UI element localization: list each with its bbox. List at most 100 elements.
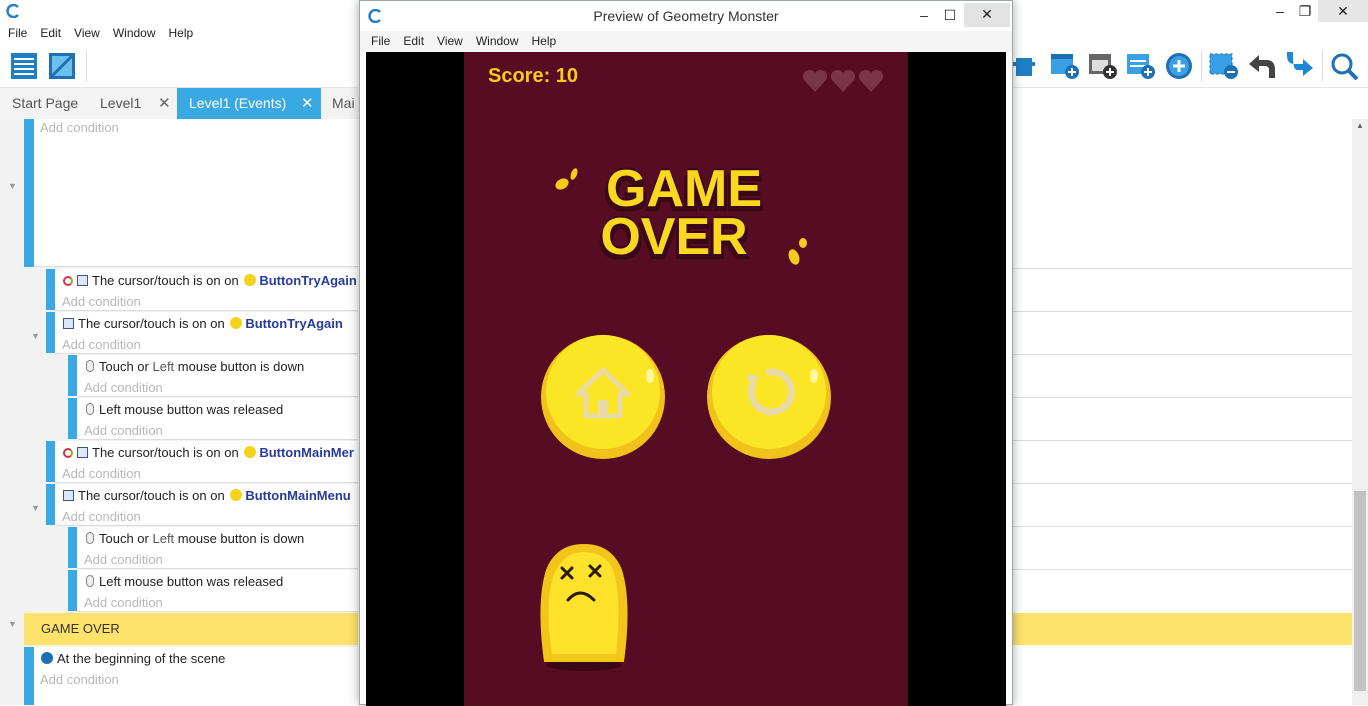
event-bar[interactable] — [24, 119, 34, 267]
menu-file[interactable]: File — [371, 31, 390, 51]
home-button[interactable] — [540, 334, 666, 460]
redo-icon[interactable] — [1285, 52, 1315, 80]
lives-indicator — [802, 68, 886, 97]
scroll-up-icon[interactable]: ▲ — [1356, 121, 1364, 130]
add-condition-link[interactable]: Add condition — [62, 466, 141, 481]
retry-button[interactable] — [706, 334, 832, 460]
condition-mouse-released[interactable]: Left mouse button was released — [86, 574, 283, 589]
collapse-arrow-icon[interactable]: ▼ — [31, 331, 40, 341]
condition-cursor-on-object[interactable]: The cursor/touch is on on ButtonTryAgain — [63, 316, 358, 331]
tab-close-icon[interactable]: ✕ — [158, 88, 171, 119]
add-condition-link[interactable]: Add condition — [62, 337, 141, 352]
condition-text: At the beginning of the scene — [57, 651, 226, 666]
event-bar[interactable] — [68, 570, 77, 611]
cursor-icon — [63, 490, 74, 501]
preview-maximize-button[interactable]: ☐ — [938, 4, 962, 26]
toolbar-separator-2 — [1201, 50, 1202, 82]
object-icon — [244, 274, 257, 286]
tab-main-menu[interactable]: Mai — [320, 88, 360, 119]
menu-window[interactable]: Window — [476, 31, 519, 51]
condition-cursor-on-object[interactable]: The cursor/touch is on on ButtonMainMenu — [63, 488, 358, 503]
object-icon — [244, 446, 257, 458]
menu-edit[interactable]: Edit — [403, 31, 424, 51]
tab-label: Mai — [332, 95, 355, 111]
group-row-extension[interactable] — [1012, 613, 1352, 645]
object-name: ButtonMainMer — [259, 445, 354, 460]
menu-view[interactable]: View — [74, 22, 100, 44]
cursor-icon — [77, 447, 88, 458]
add-condition-link[interactable]: Add condition — [62, 509, 141, 524]
add-condition-link[interactable]: Add condition — [84, 552, 163, 567]
mouse-icon — [86, 575, 94, 587]
invert-icon — [63, 448, 73, 458]
condition-text: Touch or — [99, 359, 153, 374]
condition-cursor-on-object[interactable]: The cursor/touch is on on ButtonMainMer — [63, 445, 358, 460]
event-bar[interactable] — [68, 527, 77, 568]
add-group-icon[interactable] — [1126, 52, 1156, 80]
menu-help[interactable]: Help — [532, 31, 557, 51]
event-sheet: Add condition ▼ The cursor/touch is on o… — [0, 119, 358, 705]
collapse-arrow-icon[interactable]: ▼ — [31, 503, 40, 513]
add-condition-link[interactable]: Add condition — [40, 120, 119, 135]
hearts-icon — [802, 69, 884, 92]
add-condition-link[interactable]: Add condition — [84, 423, 163, 438]
search-icon[interactable] — [1330, 52, 1360, 80]
menu-view[interactable]: View — [437, 31, 463, 51]
game-over-line2: OVER — [600, 208, 748, 266]
minimize-button[interactable]: – — [1268, 0, 1292, 22]
condition-text: The cursor/touch is on — [92, 273, 221, 288]
undo-icon[interactable] — [1247, 52, 1277, 80]
condition-cursor-on-object[interactable]: The cursor/touch is on on ButtonTryAgain — [63, 273, 358, 288]
project-manager-icon[interactable] — [10, 52, 38, 80]
collapse-arrow-icon[interactable]: ▼ — [8, 181, 17, 191]
condition-scene-start[interactable]: At the beginning of the scene — [41, 651, 225, 666]
event-bar[interactable] — [68, 398, 77, 439]
tab-level1-events[interactable]: Level1 (Events) ✕ — [177, 88, 321, 119]
tab-start-page[interactable]: Start Page — [0, 88, 88, 119]
condition-touch-down[interactable]: Touch or Left mouse button is down — [86, 531, 304, 546]
game-screen[interactable]: Score: 10 GAME OVER — [464, 52, 908, 706]
scene-editor-icon[interactable] — [48, 52, 76, 80]
event-bar[interactable] — [68, 355, 77, 396]
preview-title-bar: Preview of Geometry Monster – ☐ ✕ — [360, 1, 1012, 31]
game-canvas[interactable]: Score: 10 GAME OVER — [366, 52, 1006, 706]
event-bar[interactable] — [46, 484, 55, 525]
tab-level1[interactable]: Level1 ✕ — [88, 88, 178, 119]
event-bar[interactable] — [46, 441, 55, 482]
preview-minimize-button[interactable]: – — [912, 4, 936, 26]
condition-touch-down[interactable]: Touch or Left mouse button is down — [86, 359, 304, 374]
vertical-scrollbar[interactable]: ▲ — [1352, 119, 1368, 705]
add-event-icon[interactable] — [1013, 52, 1037, 80]
group-row[interactable]: GAME OVER — [24, 613, 358, 645]
add-condition-link[interactable]: Add condition — [84, 380, 163, 395]
invert-icon — [63, 276, 73, 286]
menu-window[interactable]: Window — [113, 22, 156, 44]
event-sheet-right — [1012, 119, 1368, 705]
close-window-button[interactable]: ✕ — [1318, 0, 1368, 22]
collapse-arrow-icon[interactable]: ▼ — [8, 619, 17, 629]
condition-text: The cursor/touch is on — [78, 488, 207, 503]
add-subevent-icon[interactable] — [1050, 52, 1080, 80]
tab-label: Start Page — [12, 95, 79, 111]
event-bar[interactable] — [46, 312, 55, 353]
add-comment-icon[interactable] — [1088, 52, 1118, 80]
condition-text: Left mouse button was released — [99, 574, 284, 589]
condition-text: The cursor/touch is on — [92, 445, 221, 460]
menu-edit[interactable]: Edit — [40, 22, 61, 44]
add-condition-link[interactable]: Add condition — [84, 595, 163, 610]
maximize-button[interactable]: ❐ — [1293, 0, 1317, 22]
event-bar[interactable] — [46, 269, 55, 310]
preview-close-button[interactable]: ✕ — [964, 3, 1010, 27]
menu-help[interactable]: Help — [169, 22, 194, 44]
event-bar[interactable] — [24, 647, 34, 705]
menu-file[interactable]: File — [8, 22, 27, 44]
condition-mouse-released[interactable]: Left mouse button was released — [86, 402, 283, 417]
game-over-line1: GAME — [606, 160, 762, 218]
tab-close-icon[interactable]: ✕ — [301, 88, 314, 119]
preview-menu-bar: File Edit View Window Help — [360, 31, 1012, 52]
add-more-icon[interactable] — [1165, 52, 1193, 80]
add-condition-link[interactable]: Add condition — [62, 294, 141, 309]
add-condition-link[interactable]: Add condition — [40, 672, 119, 687]
delete-event-icon[interactable] — [1209, 52, 1239, 80]
scrollbar-thumb[interactable] — [1354, 491, 1366, 691]
